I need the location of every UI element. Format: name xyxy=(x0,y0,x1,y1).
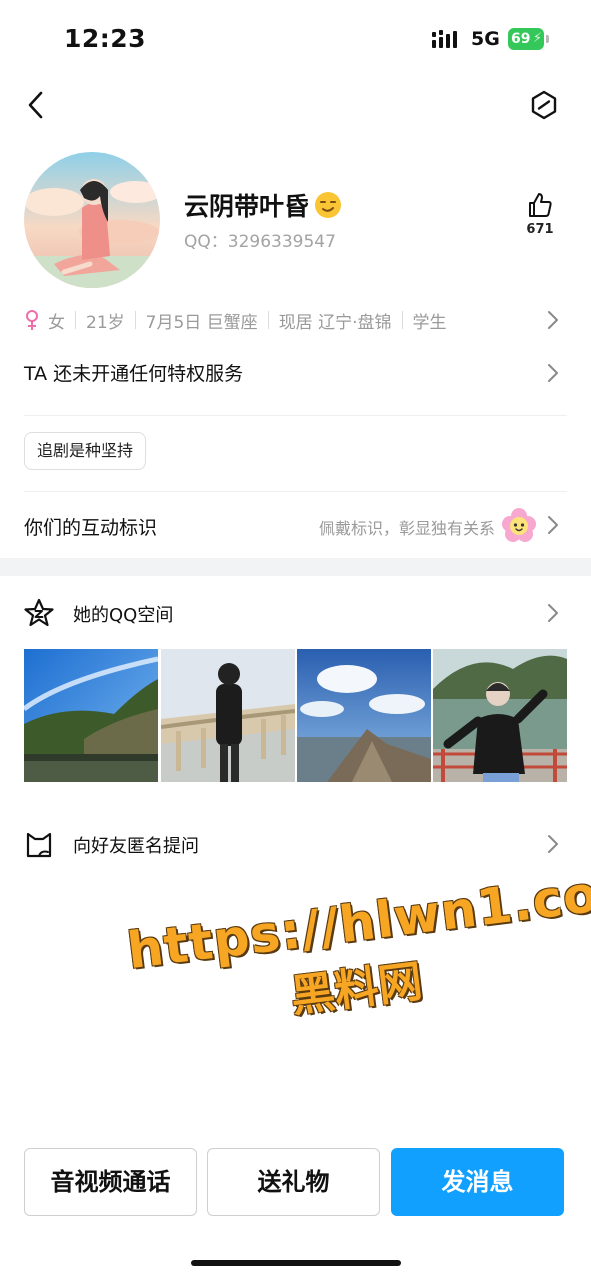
divider xyxy=(75,311,76,329)
personal-tag[interactable]: 追剧是种坚持 xyxy=(24,432,147,470)
like-button[interactable]: 671 xyxy=(518,192,562,250)
qzone-title: 她的QQ空间 xyxy=(73,605,174,626)
gender-text: 女 xyxy=(48,312,65,333)
chevron-right-icon xyxy=(548,311,558,329)
section-gap xyxy=(0,558,591,576)
battery-icon: 69 ⚡ xyxy=(508,28,544,50)
qq-number[interactable]: QQ：3296339547 xyxy=(184,227,336,252)
privilege-text: TA 还未开通任何特权服务 xyxy=(24,363,244,385)
age-text: 21岁 xyxy=(86,312,125,333)
chevron-right-icon xyxy=(548,364,558,382)
anonymous-question-row[interactable]: 向好友匿名提问 xyxy=(24,826,567,862)
battery-level: 69 xyxy=(511,31,531,47)
divider xyxy=(24,415,567,416)
divider xyxy=(24,491,567,492)
status-time: 12:23 xyxy=(64,24,147,53)
signal-icon xyxy=(432,30,457,48)
smirk-emoji-icon xyxy=(315,192,342,218)
avatar[interactable] xyxy=(24,152,160,288)
settings-hexagon-icon[interactable] xyxy=(528,89,560,121)
like-count: 671 xyxy=(526,222,554,237)
nickname-row: 云阴带叶昏 xyxy=(184,187,342,223)
location-text: 现居 辽宁·盘锦 xyxy=(278,312,392,333)
network-type: 5G xyxy=(471,28,500,50)
nickname: 云阴带叶昏 xyxy=(184,192,310,221)
home-indicator[interactable] xyxy=(191,1260,401,1266)
qzone-photo-4[interactable] xyxy=(433,649,567,782)
anonymous-question-title: 向好友匿名提问 xyxy=(73,836,199,857)
chevron-right-icon xyxy=(548,516,558,534)
profile-info-row[interactable]: 女 21岁 7月5日 巨蟹座 现居 辽宁·盘锦 学生 xyxy=(24,305,567,335)
privilege-row[interactable]: TA 还未开通任何特权服务 xyxy=(24,356,567,392)
star-icon xyxy=(24,598,54,627)
charging-bolt-icon: ⚡ xyxy=(532,31,542,46)
birthday-text: 7月5日 巨蟹座 xyxy=(145,312,258,333)
divider xyxy=(401,311,403,329)
interaction-badge-row[interactable]: 你们的互动标识 佩戴标识，彰显独有关系 xyxy=(24,505,567,545)
qzone-photo-3[interactable] xyxy=(297,649,431,782)
female-icon xyxy=(26,310,38,330)
occupation-text: 学生 xyxy=(412,312,447,333)
battery-cap xyxy=(546,35,549,43)
interaction-hint: 佩戴标识，彰显独有关系 xyxy=(318,519,495,538)
qzone-row[interactable]: 她的QQ空间 xyxy=(24,596,567,632)
thumbs-up-icon xyxy=(529,193,552,217)
divider xyxy=(267,311,269,329)
qzone-photo-1[interactable] xyxy=(24,649,158,782)
interaction-title: 你们的互动标识 xyxy=(24,517,158,539)
watermark: https://hlwn1.com 黑料网 xyxy=(124,858,591,1043)
send-gift-button[interactable]: 送礼物 xyxy=(207,1148,380,1216)
chevron-right-icon xyxy=(548,604,558,622)
back-button[interactable] xyxy=(22,88,52,122)
flower-badge-icon xyxy=(502,508,536,542)
cat-icon xyxy=(26,832,52,858)
qzone-photo-2[interactable] xyxy=(161,649,295,782)
send-message-button[interactable]: 发消息 xyxy=(391,1148,564,1216)
status-bar: 12:23 5G 69 ⚡ xyxy=(0,0,591,80)
chevron-right-icon xyxy=(548,835,558,853)
video-call-button[interactable]: 音视频通话 xyxy=(24,1148,197,1216)
divider xyxy=(134,311,136,329)
